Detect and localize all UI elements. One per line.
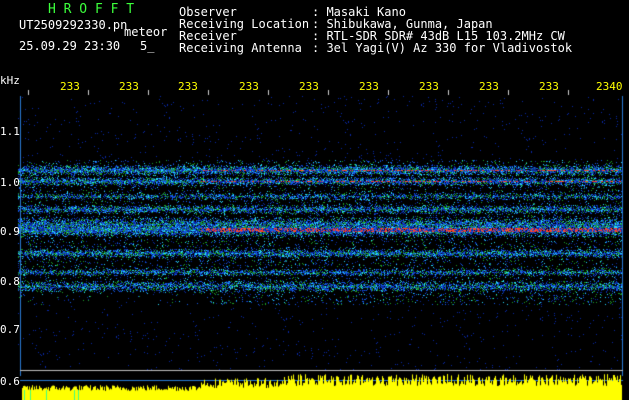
x-tick-label: 233	[539, 80, 559, 93]
y-tick-label: 0.6	[0, 375, 20, 388]
file-id: UT2509292330.pn	[19, 18, 128, 32]
mode-label: meteor	[124, 25, 168, 39]
y-tick-label: 0.8	[0, 275, 20, 288]
x-tick-label: 233	[178, 80, 198, 93]
y-tick-label: 1.1	[0, 125, 20, 138]
x-tick-label: 233	[359, 80, 379, 93]
x-tick-label: 233	[239, 80, 259, 93]
y-tick-label: 0.7	[0, 323, 20, 336]
x-tick-label: 233	[119, 80, 139, 93]
spectrogram-canvas	[0, 0, 629, 400]
x-tick-label: 2340	[596, 80, 623, 93]
datetime: 25.09.29 23:30	[19, 39, 121, 53]
y-tick-label: 0.9	[0, 225, 20, 238]
x-tick-label: 233	[299, 80, 319, 93]
x-tick-label: 233	[479, 80, 499, 93]
antenna-label: Receiving Antenna	[179, 41, 302, 55]
y-tick-label: 1.0	[0, 176, 20, 189]
app-title: H R O F F T	[48, 2, 135, 17]
x-tick-label: 233	[419, 80, 439, 93]
antenna-value: : 3el Yagi(V) Az 330 for Vladivostok	[312, 41, 573, 55]
x-tick-label: 233	[60, 80, 80, 93]
count-label: 5_	[140, 39, 155, 53]
y-unit-label: kHz	[0, 74, 20, 87]
